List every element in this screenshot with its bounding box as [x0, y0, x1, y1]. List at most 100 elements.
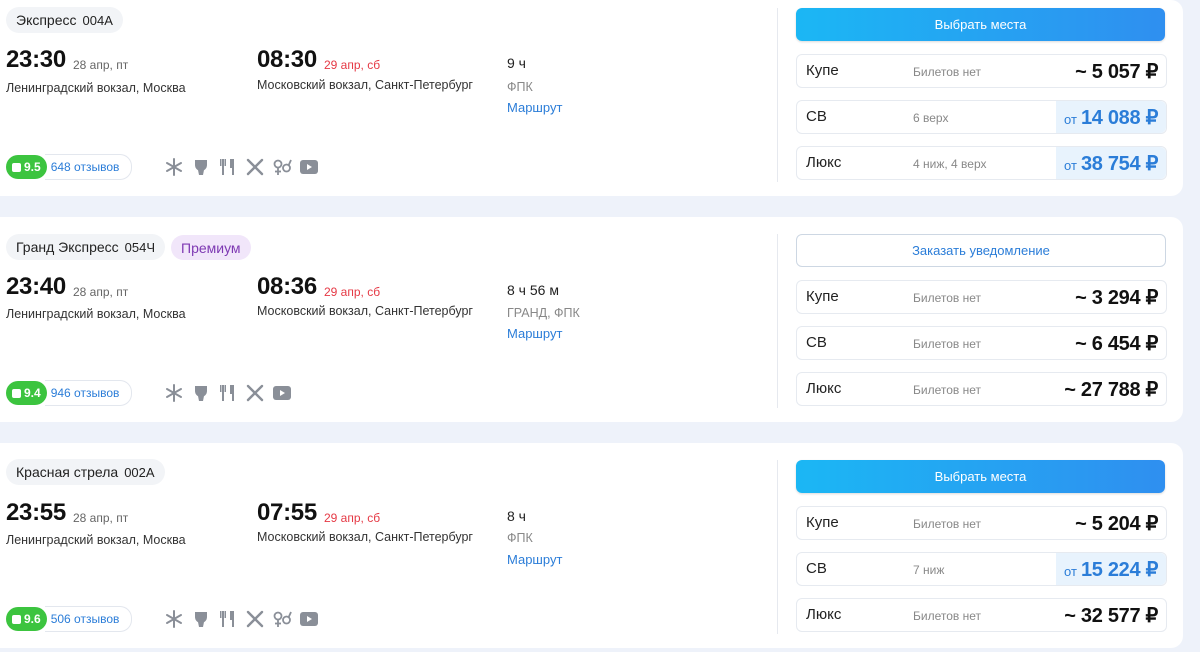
fare-row[interactable]: СВ 6 верх от 14 088 ₽: [796, 100, 1167, 134]
toilet-icon: [195, 612, 207, 627]
premium-badge: Премиум: [171, 235, 251, 260]
fare-row[interactable]: Люкс Билетов нет ~ 32 577 ₽: [796, 598, 1167, 632]
fare-class: СВ: [806, 108, 827, 125]
fare-price: ~ 5 057 ₽: [1075, 61, 1158, 83]
route-link[interactable]: Маршрут: [507, 100, 562, 115]
fare-price-box: от 15 224 ₽: [1056, 553, 1166, 585]
shield-icon: [12, 388, 21, 398]
reviews-link[interactable]: 648 отзывов: [44, 154, 133, 180]
train-card: Красная стрела 002А 23:55 28 апр, пт Лен…: [0, 443, 1183, 648]
amenities: [164, 609, 319, 629]
fare-row[interactable]: Купе Билетов нет ~ 3 294 ₽: [796, 280, 1167, 314]
route-link[interactable]: Маршрут: [507, 552, 562, 567]
train-name: Гранд Экспресс: [16, 239, 119, 255]
arrival-station: Московский вокзал, Санкт-Петербург: [257, 78, 473, 92]
rating-badge: 9.4: [6, 381, 47, 405]
trip-duration: 8 ч: [507, 508, 526, 524]
arrival-time: 08:36: [257, 273, 317, 300]
train-name-tag: Красная стрела 002А: [6, 459, 165, 485]
gender-icon: [273, 611, 292, 627]
train-number: 002А: [124, 464, 155, 480]
restaurant-icon: [220, 159, 234, 175]
departure-time: 23:55: [6, 499, 66, 526]
fare-row[interactable]: Купе Билетов нет ~ 5 204 ₽: [796, 506, 1167, 540]
fare-class: Купе: [806, 288, 839, 305]
departure-time: 23:30: [6, 46, 66, 73]
snowflake-icon: [166, 384, 182, 402]
fare-availability: 6 верх: [913, 111, 949, 125]
rating-widget[interactable]: 9.5 648 отзывов: [6, 154, 133, 180]
amenities: [164, 383, 292, 403]
fare-price-box: от 14 088 ₽: [1056, 101, 1166, 133]
rating-badge: 9.5: [6, 155, 47, 179]
price-prefix: от: [1064, 111, 1077, 127]
rating-value: 9.6: [24, 612, 41, 626]
fare-class: СВ: [806, 334, 827, 351]
fare-row[interactable]: СВ Билетов нет ~ 6 454 ₽: [796, 326, 1167, 360]
fare-class: Люкс: [806, 606, 842, 623]
rating-value: 9.4: [24, 386, 41, 400]
train-name: Экспресс: [16, 12, 77, 28]
departure-date: 28 апр, пт: [73, 511, 129, 525]
divider: [777, 460, 778, 634]
route-link[interactable]: Маршрут: [507, 326, 562, 341]
departure-station: Ленинградский вокзал, Москва: [6, 307, 186, 321]
arrival-time: 08:30: [257, 46, 317, 73]
gender-icon: [273, 159, 292, 175]
fare-price: 38 754 ₽: [1080, 152, 1158, 175]
snowflake-icon: [166, 158, 182, 176]
fare-price: ~ 27 788 ₽: [1064, 379, 1158, 401]
fare-row[interactable]: Люкс Билетов нет ~ 27 788 ₽: [796, 372, 1167, 406]
toilet-icon: [195, 160, 207, 175]
fare-availability: 4 ниж, 4 верх: [913, 157, 987, 171]
tv-icon: [273, 386, 291, 400]
train-name: Красная стрела: [16, 464, 119, 480]
fare-price: 14 088 ₽: [1080, 106, 1158, 129]
rating-widget[interactable]: 9.6 506 отзывов: [6, 606, 133, 632]
meal-icon: [246, 158, 264, 176]
fare-price: 15 224 ₽: [1080, 558, 1158, 581]
arrival-time: 07:55: [257, 499, 317, 526]
meal-icon: [246, 610, 264, 628]
notify-button[interactable]: Заказать уведомление: [796, 234, 1166, 267]
arrival-date: 29 апр, сб: [324, 285, 381, 299]
departure-time: 23:40: [6, 273, 66, 300]
carrier: ГРАНД, ФПК: [507, 306, 580, 320]
fare-class: Люкс: [806, 154, 842, 171]
shield-icon: [12, 614, 21, 624]
train-number: 004А: [82, 12, 113, 28]
fare-availability: Билетов нет: [913, 609, 981, 623]
rating-widget[interactable]: 9.4 946 отзывов: [6, 380, 133, 406]
toilet-icon: [195, 386, 207, 401]
departure-station: Ленинградский вокзал, Москва: [6, 533, 186, 547]
select-seats-button[interactable]: Выбрать места: [796, 8, 1165, 41]
tv-icon: [300, 612, 318, 626]
tv-icon: [300, 160, 318, 174]
arrival-station: Московский вокзал, Санкт-Петербург: [257, 304, 473, 318]
departure-station: Ленинградский вокзал, Москва: [6, 81, 186, 95]
arrival-date: 29 апр, сб: [324, 58, 381, 72]
reviews-link[interactable]: 946 отзывов: [44, 380, 133, 406]
fare-availability: 7 ниж: [913, 563, 945, 577]
fare-price: ~ 5 204 ₽: [1075, 513, 1158, 535]
fare-class: Купе: [806, 62, 839, 79]
fare-price-box: от 38 754 ₽: [1056, 147, 1166, 179]
fare-availability: Билетов нет: [913, 291, 981, 305]
fare-availability: Билетов нет: [913, 65, 981, 79]
fare-row[interactable]: СВ 7 ниж от 15 224 ₽: [796, 552, 1167, 586]
fare-class: Люкс: [806, 380, 842, 397]
select-seats-button[interactable]: Выбрать места: [796, 460, 1165, 493]
arrival-station: Московский вокзал, Санкт-Петербург: [257, 530, 473, 544]
trip-duration: 9 ч: [507, 55, 526, 71]
reviews-link[interactable]: 506 отзывов: [44, 606, 133, 632]
fare-availability: Билетов нет: [913, 517, 981, 531]
fare-row[interactable]: Люкс 4 ниж, 4 верх от 38 754 ₽: [796, 146, 1167, 180]
fare-price: ~ 3 294 ₽: [1075, 287, 1158, 309]
train-number: 054Ч: [124, 239, 156, 255]
price-prefix: от: [1064, 563, 1077, 579]
fare-row[interactable]: Купе Билетов нет ~ 5 057 ₽: [796, 54, 1167, 88]
restaurant-icon: [220, 611, 234, 627]
restaurant-icon: [220, 385, 234, 401]
train-card: Экспресс 004А 23:30 28 апр, пт Ленинград…: [0, 0, 1183, 196]
fare-availability: Билетов нет: [913, 337, 981, 351]
